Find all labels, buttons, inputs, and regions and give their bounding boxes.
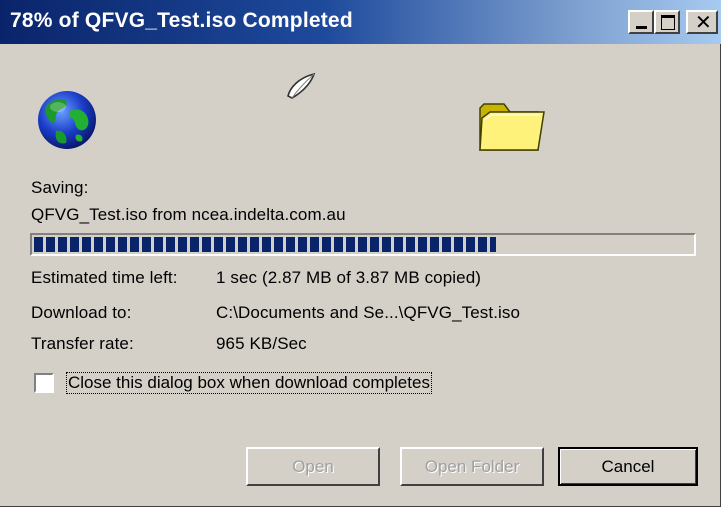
progress-fill bbox=[34, 237, 496, 252]
open-button[interactable]: Open bbox=[246, 447, 380, 486]
time-left-value: 1 sec (2.87 MB of 3.87 MB copied) bbox=[216, 268, 482, 287]
download-path-value: C:\Documents and Se...\QFVG_Test.iso bbox=[216, 303, 521, 322]
transfer-rate-value: 965 KB/Sec bbox=[216, 334, 307, 353]
folder-icon bbox=[479, 103, 545, 151]
paper-sheet-icon bbox=[287, 72, 316, 99]
cancel-button[interactable]: Cancel bbox=[558, 447, 698, 486]
open-folder-button[interactable]: Open Folder bbox=[400, 447, 544, 486]
download-dialog: 78% of QFVG_Test.iso Completed ✕ Saving:… bbox=[0, 0, 721, 507]
saving-label: Saving: bbox=[31, 178, 89, 197]
file-source-text: QFVG_Test.iso from ncea.indelta.com.au bbox=[31, 205, 346, 224]
maximize-icon[interactable] bbox=[654, 10, 680, 34]
title-bar[interactable]: 78% of QFVG_Test.iso Completed ✕ bbox=[0, 0, 721, 44]
time-left-label: Estimated time left: bbox=[31, 268, 178, 287]
transfer-animation bbox=[0, 44, 721, 164]
download-to-label: Download to: bbox=[31, 303, 132, 322]
minimize-icon[interactable] bbox=[628, 10, 654, 34]
close-when-done-label[interactable]: Close this dialog box when download comp… bbox=[66, 372, 432, 394]
transfer-rate-label: Transfer rate: bbox=[31, 334, 134, 353]
window-title: 78% of QFVG_Test.iso Completed bbox=[10, 9, 353, 32]
close-when-done-checkbox[interactable] bbox=[34, 373, 54, 393]
globe-icon bbox=[38, 91, 96, 149]
close-icon[interactable]: ✕ bbox=[686, 10, 718, 34]
download-progress-bar bbox=[30, 233, 696, 256]
